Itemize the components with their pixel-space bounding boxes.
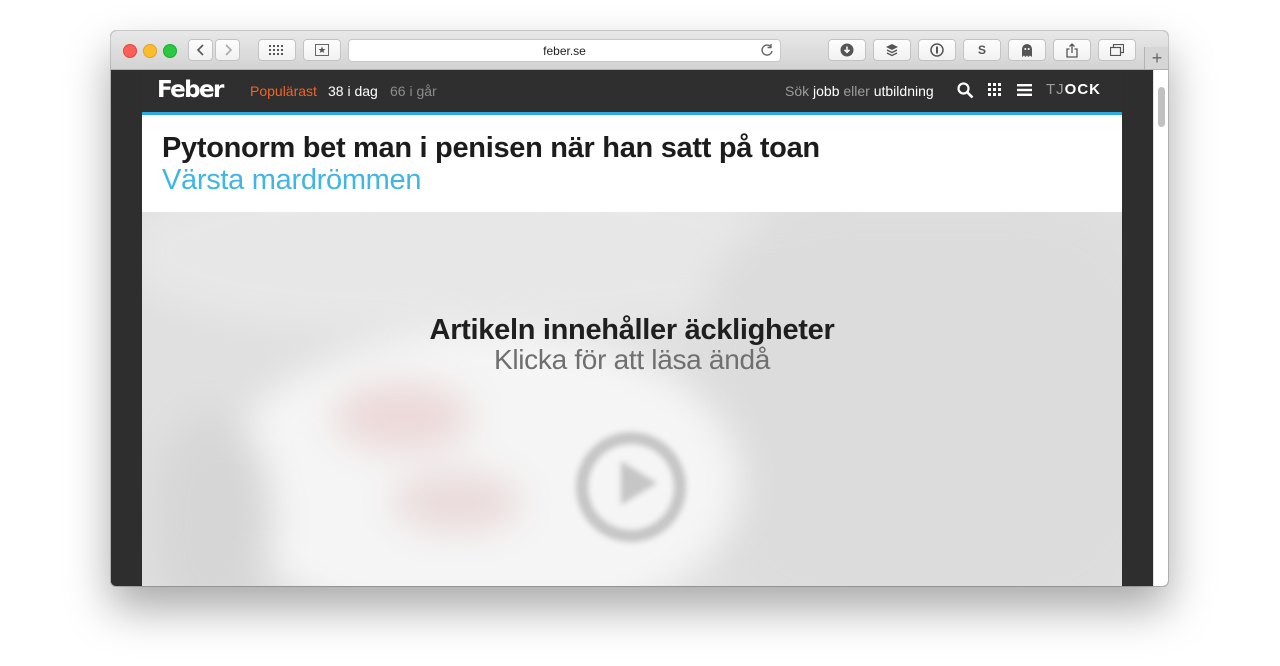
scrollbar-thumb[interactable] — [1158, 87, 1165, 127]
reload-icon[interactable] — [760, 43, 774, 57]
download-icon — [840, 43, 854, 57]
blurred-video-overlay[interactable]: Artikeln innehåller äckligheter Klicka f… — [142, 212, 1122, 586]
vertical-scrollbar[interactable] — [1153, 70, 1168, 586]
content-warning-cta[interactable]: Klicka för att läsa ändå — [142, 344, 1122, 376]
job-search-part3: eller — [839, 83, 874, 99]
job-search-part1: Sök — [785, 83, 814, 99]
minimize-window-icon[interactable] — [143, 44, 157, 58]
article: Pytonorm bet man i penisen när han satt … — [142, 115, 1122, 586]
tjock-link[interactable]: TJOCK — [1046, 81, 1101, 98]
layers-icon — [886, 44, 898, 57]
content-warning-title: Artikeln innehåller äckligheter — [429, 314, 835, 346]
share-button[interactable] — [1053, 39, 1091, 61]
browser-window: feber.se S + Feber Populärast 38 i dag 6… — [111, 31, 1168, 586]
password-manager-button[interactable] — [918, 39, 956, 61]
job-search-part4: utbildning — [873, 83, 934, 99]
chevron-left-icon — [196, 44, 204, 56]
new-tab-button[interactable]: + — [1144, 47, 1168, 69]
ghostery-extension-button[interactable] — [1008, 39, 1046, 61]
search-icon[interactable] — [957, 82, 974, 99]
article-subheadline: Värsta mardrömmen — [162, 164, 422, 196]
play-icon — [621, 461, 657, 505]
grid-icon — [269, 45, 283, 55]
downloads-button[interactable] — [828, 39, 866, 61]
chevron-right-icon — [224, 44, 232, 56]
top-sites-button[interactable] — [258, 39, 296, 61]
buffer-extension-button[interactable] — [873, 39, 911, 61]
apps-grid-icon[interactable] — [988, 83, 1001, 96]
nav-yesterday-link[interactable]: 66 i går — [390, 83, 437, 99]
hamburger-menu-icon[interactable] — [1017, 84, 1032, 96]
tabs-icon — [1110, 44, 1124, 56]
tab-overview-button[interactable] — [1098, 39, 1136, 61]
back-button[interactable] — [188, 39, 213, 61]
job-search-link[interactable]: Sök jobb eller utbildning — [785, 83, 934, 99]
browser-toolbar: feber.se S + — [111, 31, 1168, 70]
site-navbar: Feber Populärast 38 i dag 66 i går Sök j… — [142, 70, 1122, 115]
page-viewport: Feber Populärast 38 i dag 66 i går Sök j… — [111, 70, 1168, 586]
address-bar[interactable]: feber.se — [348, 39, 781, 62]
bookmark-star-icon — [315, 44, 329, 56]
feber-logo[interactable]: Feber — [157, 77, 224, 103]
close-window-icon[interactable] — [123, 44, 137, 58]
s-extension-button[interactable]: S — [963, 39, 1001, 61]
url-text: feber.se — [543, 43, 586, 58]
nav-popular-link[interactable]: Populärast — [250, 83, 317, 99]
article-headline[interactable]: Pytonorm bet man i penisen när han satt … — [162, 132, 820, 165]
tjock-bold-text: OCK — [1064, 81, 1102, 98]
tjock-light-text: TJ — [1046, 81, 1065, 98]
share-icon — [1066, 42, 1078, 58]
bookmarks-button[interactable] — [303, 39, 341, 61]
job-search-part2: jobb — [813, 83, 840, 99]
keyhole-icon — [930, 43, 944, 57]
nav-today-link[interactable]: 38 i dag — [328, 83, 378, 99]
forward-button[interactable] — [215, 39, 240, 61]
feber-site: Feber Populärast 38 i dag 66 i går Sök j… — [142, 70, 1122, 586]
plus-icon: + — [1151, 47, 1163, 68]
s-extension-icon: S — [977, 43, 986, 57]
fullscreen-window-icon[interactable] — [163, 44, 177, 58]
ghost-icon — [1022, 43, 1032, 57]
